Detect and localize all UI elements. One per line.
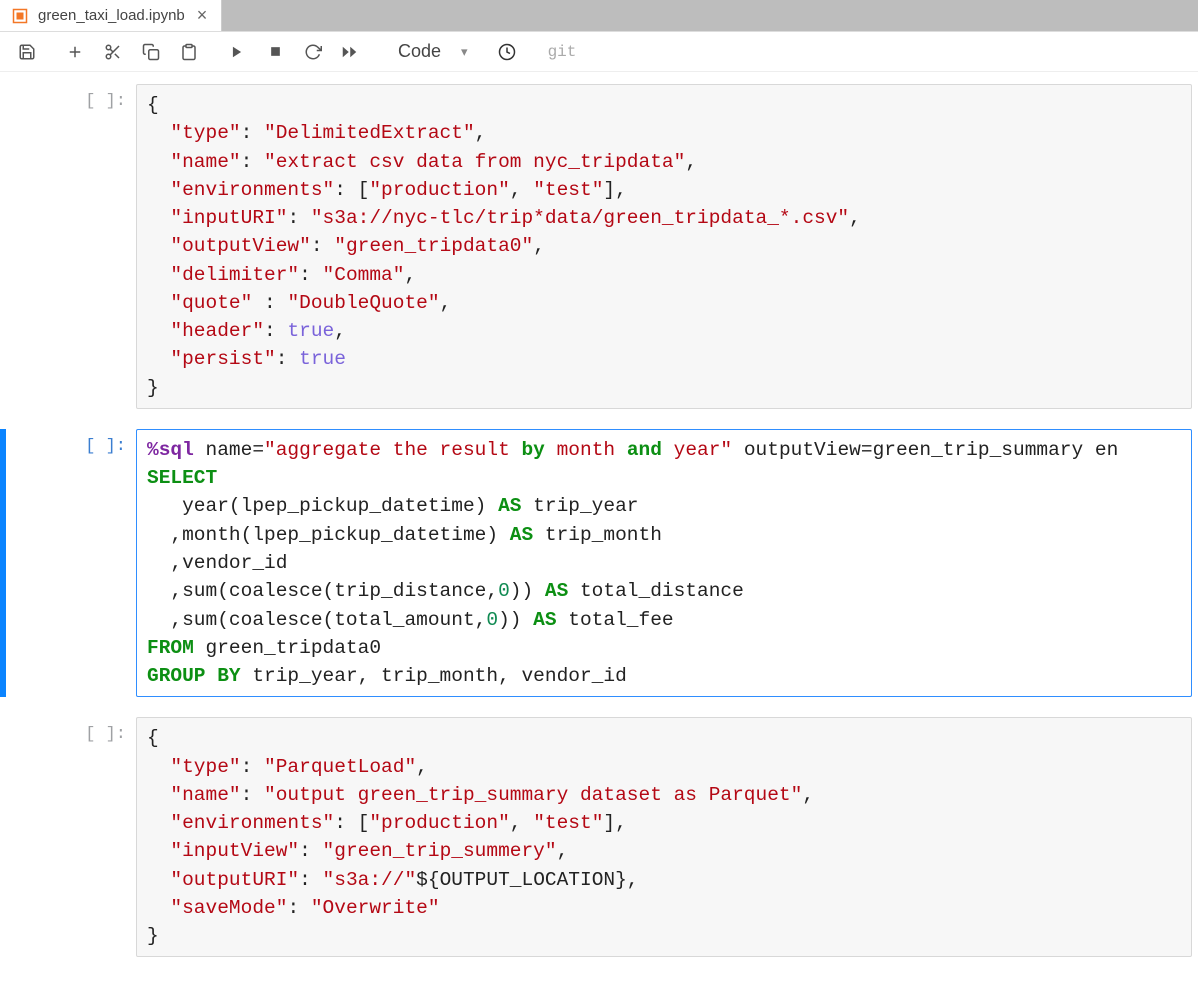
close-icon[interactable]: × [195,5,210,26]
save-button[interactable] [10,37,44,67]
cut-button[interactable] [96,37,130,67]
cell-prompt: [ ]: [6,717,136,744]
cell-input[interactable]: { "type": "ParquetLoad", "name": "output… [136,717,1192,957]
stop-button[interactable] [258,37,292,67]
cell-type-label: Code [398,41,441,62]
cell-prompt: [ ]: [6,429,136,456]
tab-filename: green_taxi_load.ipynb [38,7,185,24]
cell-input[interactable]: { "type": "DelimitedExtract", "name": "e… [136,84,1192,409]
cell-prompt: [ ]: [6,84,136,111]
chevron-down-icon: ▾ [461,44,468,60]
kernel-timing-button[interactable] [490,37,524,67]
run-button[interactable] [220,37,254,67]
cell-input[interactable]: %sql name="aggregate the result by month… [136,429,1192,697]
toolbar: Code ▾ git [0,32,1198,72]
code-cell[interactable]: [ ]: { "type": "ParquetLoad", "name": "o… [0,717,1198,957]
paste-button[interactable] [172,37,206,67]
restart-button[interactable] [296,37,330,67]
copy-button[interactable] [134,37,168,67]
cell-type-select[interactable]: Code ▾ [390,37,476,66]
insert-cell-button[interactable] [58,37,92,67]
code-cell[interactable]: [ ]: %sql name="aggregate the result by … [0,429,1198,697]
notebook-tab[interactable]: green_taxi_load.ipynb × [0,0,222,31]
notebook-file-icon [12,8,28,24]
code-cell[interactable]: [ ]: { "type": "DelimitedExtract", "name… [0,84,1198,409]
notebook-area: [ ]: { "type": "DelimitedExtract", "name… [0,72,1198,997]
run-all-button[interactable] [334,37,368,67]
git-label: git [548,43,577,61]
tabbar: green_taxi_load.ipynb × [0,0,1198,32]
